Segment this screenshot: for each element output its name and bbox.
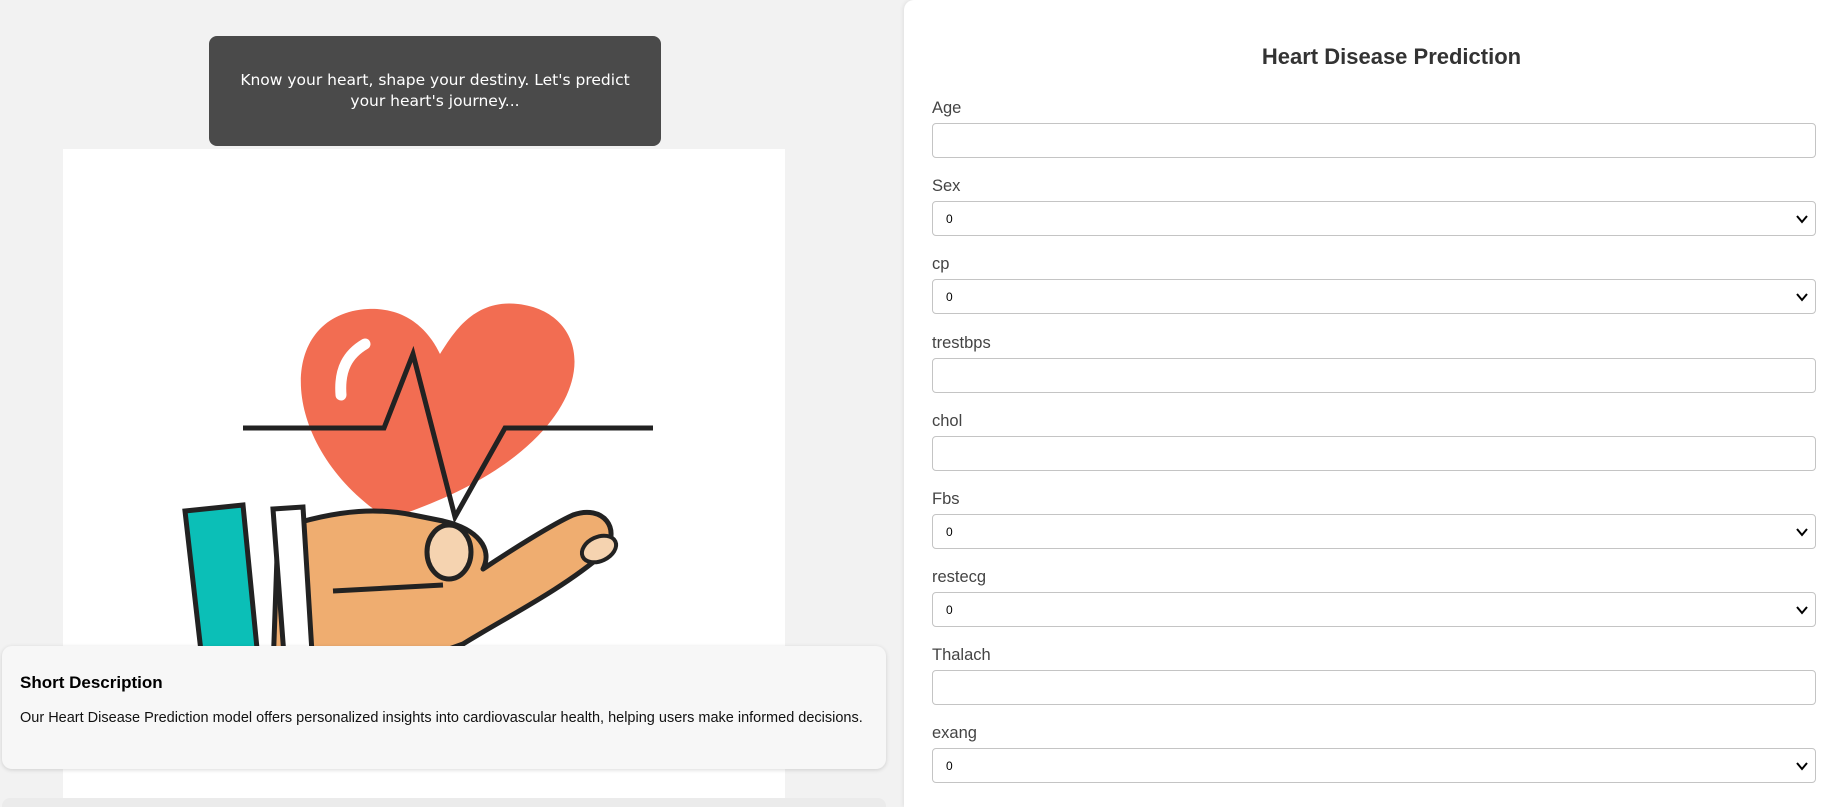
thalach-input[interactable] [932, 670, 1816, 705]
sex-select[interactable]: 0 [932, 201, 1816, 236]
chol-input[interactable] [932, 436, 1816, 471]
next-card-edge [2, 798, 886, 807]
chevron-down-icon [1796, 293, 1808, 302]
cp-select[interactable]: 0 [932, 279, 1816, 314]
field-label: cp [932, 255, 950, 273]
field-exang: exang 0 [932, 724, 1816, 783]
field-label: exang [932, 724, 977, 742]
exang-select[interactable]: 0 [932, 748, 1816, 783]
prediction-form-panel: Heart Disease Prediction Age Sex 0 cp 0 … [904, 0, 1848, 807]
left-panel: Know your heart, shape your destiny. Let… [0, 0, 905, 807]
select-value: 0 [946, 759, 953, 773]
chevron-down-icon [1796, 215, 1808, 224]
fbs-select[interactable]: 0 [932, 514, 1816, 549]
field-label: chol [932, 412, 963, 430]
field-restecg: restecg 0 [932, 568, 1816, 627]
field-label: restecg [932, 568, 987, 586]
field-cp: cp 0 [932, 255, 1816, 314]
field-thalach: Thalach [932, 646, 1816, 705]
select-value: 0 [946, 290, 953, 304]
chevron-down-icon [1796, 606, 1808, 615]
short-description-card: Short Description Our Heart Disease Pred… [2, 646, 886, 769]
chevron-down-icon [1796, 528, 1808, 537]
field-chol: chol [932, 412, 1816, 471]
short-description-title: Short Description [20, 673, 163, 692]
field-fbs: Fbs 0 [932, 490, 1816, 549]
select-value: 0 [946, 525, 953, 539]
field-label: trestbps [932, 334, 991, 352]
field-sex: Sex 0 [932, 177, 1816, 236]
field-label: Sex [932, 177, 961, 195]
field-trestbps: trestbps [932, 334, 1816, 393]
field-age: Age [932, 99, 1816, 158]
restecg-select[interactable]: 0 [932, 592, 1816, 627]
age-input[interactable] [932, 123, 1816, 158]
tagline-text: Know your heart, shape your destiny. Let… [240, 71, 630, 110]
trestbps-input[interactable] [932, 358, 1816, 393]
field-label: Fbs [932, 490, 960, 508]
field-label: Age [932, 99, 962, 117]
short-description-text: Our Heart Disease Prediction model offer… [20, 710, 863, 726]
tagline-banner: Know your heart, shape your destiny. Let… [209, 36, 661, 146]
form-title: Heart Disease Prediction [1261, 44, 1522, 69]
select-value: 0 [946, 603, 953, 617]
select-value: 0 [946, 212, 953, 226]
field-label: Thalach [932, 646, 991, 664]
chevron-down-icon [1796, 762, 1808, 771]
